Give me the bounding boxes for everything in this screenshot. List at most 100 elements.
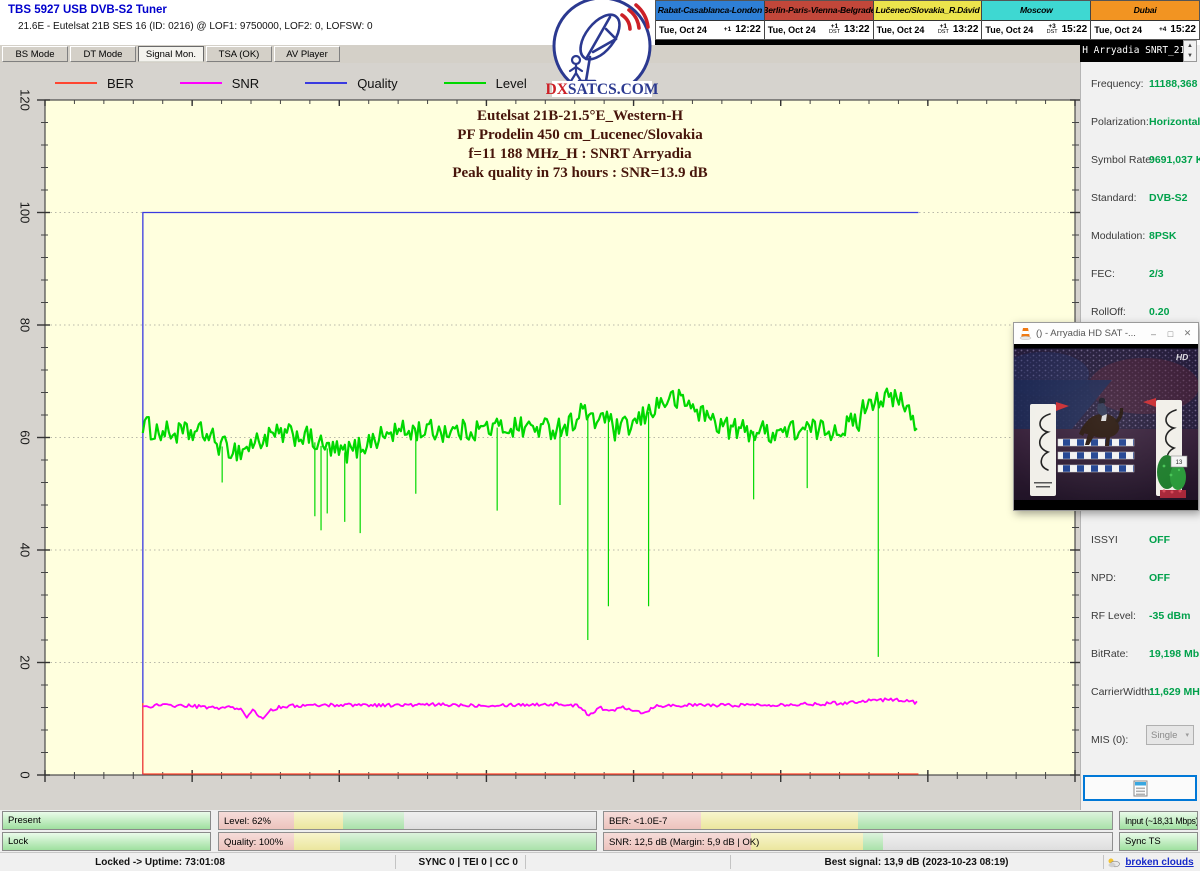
clock-date: Tue, Oct 24 [1094, 25, 1142, 35]
legend-label: Quality [357, 76, 397, 91]
legend-label: Level [496, 76, 527, 91]
vlc-cone-icon [1019, 327, 1032, 340]
param-value: Horizontal [1149, 116, 1200, 128]
bar-segment [701, 812, 858, 829]
mis-label: MIS (0): [1091, 734, 1128, 746]
clock-body: Tue, Oct 24 +3DST 15:22 [982, 21, 1090, 40]
legend-swatch [180, 82, 222, 84]
tab-signal-mon[interactable]: Signal Mon. [138, 46, 204, 62]
clock-name: Dubai [1091, 1, 1199, 21]
tab-bs-mode[interactable]: BS Mode [2, 46, 68, 62]
stream-list-button[interactable] [1083, 775, 1197, 801]
svg-text:60: 60 [18, 430, 33, 444]
param-label: RF Level: [1091, 610, 1136, 622]
clock-body: Tue, Oct 24 +1DST 13:22 [874, 21, 982, 40]
clock-date: Tue, Oct 24 [768, 25, 816, 35]
mis-dropdown[interactable]: Single ▾ [1146, 725, 1194, 745]
clock-offset: +1DST [938, 24, 949, 36]
signal-monitor-panel: 020406080100120 BERSNRQualityLevel Eutel… [0, 63, 1080, 810]
bar-quality-label: Quality: 100% [224, 833, 283, 851]
svg-text:120: 120 [18, 89, 33, 111]
clock-cell-2: Lučenec/Slovakia_R.Dávid Tue, Oct 24 +1DST… [874, 1, 983, 39]
svg-text:DXSATCS.COM: DXSATCS.COM [546, 81, 658, 98]
bar-segment [858, 812, 1112, 829]
clock-time: 15:22 [1170, 24, 1196, 35]
bar-segment [404, 812, 596, 829]
param-label: RollOff: [1091, 306, 1126, 318]
tab-av-player[interactable]: AV Player [274, 46, 340, 62]
weather-link[interactable]: broken clouds [1125, 857, 1193, 868]
world-clocks: Rabat-Casablanca-LondonTue, Oct 24+112:2… [655, 0, 1200, 40]
param-label: Standard: [1091, 192, 1137, 204]
scroll-up-icon[interactable]: ▲ [1184, 41, 1196, 51]
clock-date: Tue, Oct 24 [877, 25, 925, 35]
param-value: 11,629 MHz [1149, 686, 1200, 698]
vlc-maximize-button[interactable]: □ [1162, 323, 1179, 344]
clock-date: Tue, Oct 24 [659, 25, 707, 35]
sync-counters: SYNC 0 | TEI 0 | CC 0 [400, 853, 518, 871]
input-rate-indicator: Input (~18,31 Mbps) [1119, 811, 1198, 830]
bar-segment [294, 833, 339, 850]
clock-date: Tue, Oct 24 [985, 25, 1033, 35]
svg-text:20: 20 [18, 655, 33, 669]
console-scrollbar[interactable]: ▲ ▼ [1183, 40, 1197, 62]
param-label: FEC: [1091, 268, 1115, 280]
vlc-title-bar[interactable]: () - Arryadia HD SAT -... – □ ✕ [1014, 323, 1198, 344]
clock-cell-1: Berlin-Paris-Vienna-BelgradeTue, Oct 24+… [765, 1, 874, 39]
clock-body: Tue, Oct 24+1DST13:22 [765, 21, 873, 40]
clock-name: Rabat-Casablanca-London [656, 1, 764, 21]
clock-body: Tue, Oct 24 +4 15:22 [1091, 21, 1199, 40]
clock-name: Berlin-Paris-Vienna-Belgrade [765, 1, 873, 21]
param-value: OFF [1149, 534, 1170, 546]
param-label: BitRate: [1091, 648, 1128, 660]
vlc-minimize-button[interactable]: – [1145, 323, 1162, 344]
clock-cell-0: Rabat-Casablanca-LondonTue, Oct 24+112:2… [656, 1, 765, 39]
vlc-window: () - Arryadia HD SAT -... – □ ✕ [1013, 322, 1199, 511]
tab-tsa-ok[interactable]: TSA (OK) [206, 46, 272, 62]
param-value: 11188,368 MHz [1149, 78, 1200, 90]
lock-indicator: Lock [2, 832, 211, 851]
clock-offset: +4 [1159, 27, 1166, 34]
clock-time: 15:22 [1062, 24, 1088, 35]
bar-segment [340, 833, 596, 850]
uptime-status: Locked -> Uptime: 73:01:08 [0, 853, 320, 871]
param-value: OFF [1149, 572, 1170, 584]
app-title: TBS 5927 USB DVB-S2 Tuner [8, 4, 167, 16]
weather-icon [1107, 857, 1121, 868]
chart-legend: BER SNR Quality Level [55, 71, 527, 95]
legend-label: SNR [232, 76, 259, 91]
param-label: ISSYI [1091, 534, 1118, 546]
satellite-dish-icon: DXSATCS.COM [546, 0, 658, 100]
bar-segment [343, 812, 403, 829]
stream-list-icon [1133, 780, 1148, 797]
bar-segment [294, 812, 343, 829]
mis-selected-value: Single [1151, 730, 1177, 741]
vlc-video-area[interactable]: 13 HD [1014, 344, 1198, 510]
svg-text:80: 80 [18, 318, 33, 332]
param-value: DVB-S2 [1149, 192, 1188, 204]
vlc-close-button[interactable]: ✕ [1179, 323, 1196, 344]
svg-text:40: 40 [18, 543, 33, 557]
bar-segment [863, 833, 883, 850]
vlc-title: () - Arryadia HD SAT -... [1036, 328, 1145, 339]
clock-offset: +3DST [1047, 24, 1058, 36]
bar-segment [751, 833, 863, 850]
param-label: CarrierWidth: [1091, 686, 1153, 698]
best-signal-status: Best signal: 13,9 dB (2023-10-23 08:19) [730, 853, 1103, 871]
param-value: 9691,037 KS/s [1149, 154, 1200, 166]
status-bar: Locked -> Uptime: 73:01:08 SYNC 0 | TEI … [0, 852, 1200, 870]
clock-time: 13:22 [953, 24, 979, 35]
param-value: 8PSK [1149, 230, 1176, 242]
legend-item-level: Level [444, 76, 527, 91]
clock-name: Lučenec/Slovakia_R.Dávid [874, 1, 982, 21]
dxsatcs-logo: DXSATCS.COM [546, 0, 658, 100]
sync-ts-indicator: Sync TS [1119, 832, 1198, 851]
param-label: NPD: [1091, 572, 1116, 584]
tab-dt-mode[interactable]: DT Mode [70, 46, 136, 62]
annotation-line-3: f=11 188 MHz_H : SNRT Arryadia [300, 145, 860, 164]
clock-cell-3: MoscowTue, Oct 24+3DST15:22 [982, 1, 1091, 39]
scroll-down-icon[interactable]: ▼ [1184, 51, 1196, 61]
param-value: 2/3 [1149, 268, 1164, 280]
param-label: Symbol Rate: [1091, 154, 1154, 166]
legend-label: BER [107, 76, 134, 91]
